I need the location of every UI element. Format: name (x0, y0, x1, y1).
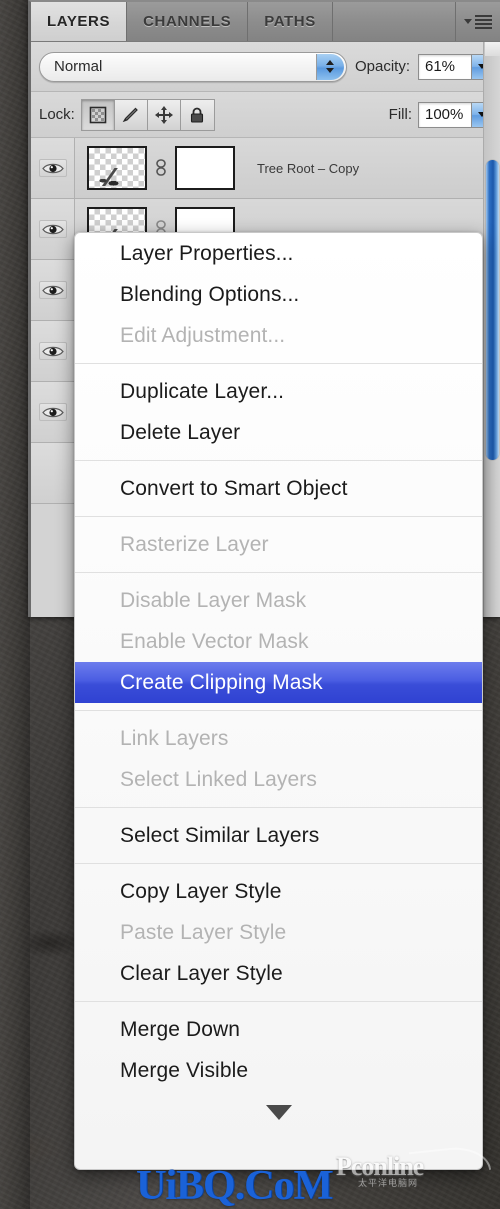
menu-item-disable-layer-mask: Disable Layer Mask (120, 588, 307, 612)
fill-field[interactable]: 100% (418, 101, 492, 128)
menu-item-convert-to-smart-object[interactable]: Convert to Smart Object (75, 468, 482, 509)
blend-mode-stepper-icon[interactable] (315, 53, 344, 80)
menu-separator (75, 460, 482, 461)
menu-item-blending-options[interactable]: Blending Options... (75, 274, 482, 315)
menu-item-select-linked-layers: Select Linked Layers (120, 767, 317, 791)
menu-item-edit-adjustment: Edit Adjustment... (120, 323, 286, 347)
layer-visibility-toggle[interactable] (31, 199, 75, 259)
chevron-down-icon (265, 1104, 292, 1120)
layer-visibility-toggle[interactable] (31, 321, 75, 381)
menu-separator (75, 516, 482, 517)
eye-icon (38, 342, 67, 360)
fill-value: 100% (425, 106, 464, 123)
hamburger-icon (475, 14, 492, 29)
lock-row: Lock: Fill: 100% (31, 92, 500, 138)
lock-image-pixels-icon[interactable] (114, 99, 148, 130)
layer-context-menu: Layer Properties... Blending Options... … (74, 232, 483, 1170)
blend-mode-value: Normal (54, 58, 103, 75)
tab-paths-label: PATHS (264, 13, 316, 30)
blend-mode-row: Normal Opacity: 61% (31, 42, 500, 92)
layer-thumbnail[interactable] (87, 146, 147, 190)
table-row[interactable]: Tree Root – Copy (31, 138, 500, 199)
opacity-label: Opacity: (354, 58, 410, 75)
tab-strip-spacer (333, 2, 456, 41)
tab-channels-label: CHANNELS (143, 13, 232, 30)
panel-scrollbar-thumb[interactable] (486, 160, 499, 460)
menu-separator (75, 1001, 482, 1002)
menu-separator (75, 807, 482, 808)
layer-visibility-toggle[interactable] (31, 138, 75, 198)
menu-item-copy-layer-style[interactable]: Copy Layer Style (75, 871, 482, 912)
tab-layers[interactable]: LAYERS (31, 2, 128, 41)
eye-icon (38, 403, 67, 421)
tab-paths[interactable]: PATHS (248, 2, 333, 41)
menu-separator (75, 363, 482, 364)
menu-item-create-clipping-mask[interactable]: Create Clipping Mask (75, 662, 482, 703)
layer-mask-link-icon[interactable] (153, 158, 169, 178)
layer-visibility-toggle[interactable] (31, 443, 75, 503)
lock-button-group (80, 98, 215, 131)
menu-separator (75, 863, 482, 864)
panel-tab-strip: LAYERS CHANNELS PATHS (31, 2, 500, 42)
menu-item-link-layers: Link Layers (120, 726, 229, 750)
layer-mask-thumbnail[interactable] (175, 146, 235, 190)
menu-separator (75, 710, 482, 711)
lock-label: Lock: (39, 106, 75, 123)
opacity-value: 61% (425, 58, 456, 75)
menu-item-merge-visible[interactable]: Merge Visible (75, 1050, 482, 1091)
fill-label: Fill: (388, 106, 412, 123)
menu-item-layer-properties[interactable]: Layer Properties... (75, 233, 482, 274)
eye-icon (38, 281, 67, 299)
opacity-field[interactable]: 61% (418, 53, 492, 80)
panel-menu-icon[interactable] (456, 2, 500, 41)
lock-position-icon[interactable] (147, 99, 181, 130)
menu-item-clear-layer-style[interactable]: Clear Layer Style (75, 953, 482, 994)
menu-item-enable-vector-mask: Enable Vector Mask (120, 629, 309, 653)
eye-icon (38, 159, 67, 177)
stepper-down-icon (326, 68, 335, 73)
layer-name[interactable]: Tree Root – Copy (257, 161, 359, 176)
menu-item-rasterize-layer: Rasterize Layer (120, 532, 269, 556)
lock-transparent-pixels-icon[interactable] (81, 99, 115, 130)
layer-visibility-toggle[interactable] (31, 382, 75, 442)
layer-visibility-toggle[interactable] (31, 260, 75, 320)
menu-item-select-similar-layers[interactable]: Select Similar Layers (75, 815, 482, 856)
tab-layers-label: LAYERS (47, 13, 111, 30)
menu-item-paste-layer-style: Paste Layer Style (120, 920, 287, 944)
tab-channels[interactable]: CHANNELS (127, 2, 249, 41)
stepper-up-icon (326, 60, 335, 65)
eye-icon (38, 220, 67, 238)
menu-separator (75, 572, 482, 573)
background-edge-band (0, 0, 30, 1209)
panel-scrollbar[interactable] (483, 42, 500, 617)
triangle-down-icon (464, 19, 472, 24)
menu-item-delete-layer[interactable]: Delete Layer (75, 412, 482, 453)
menu-item-merge-down[interactable]: Merge Down (75, 1009, 482, 1050)
lock-all-icon[interactable] (180, 99, 214, 130)
blend-mode-select[interactable]: Normal (39, 51, 347, 82)
panel-scrollbar-track-top (485, 42, 500, 56)
menu-item-duplicate-layer[interactable]: Duplicate Layer... (75, 371, 482, 412)
menu-scroll-down-button[interactable] (75, 1091, 482, 1133)
